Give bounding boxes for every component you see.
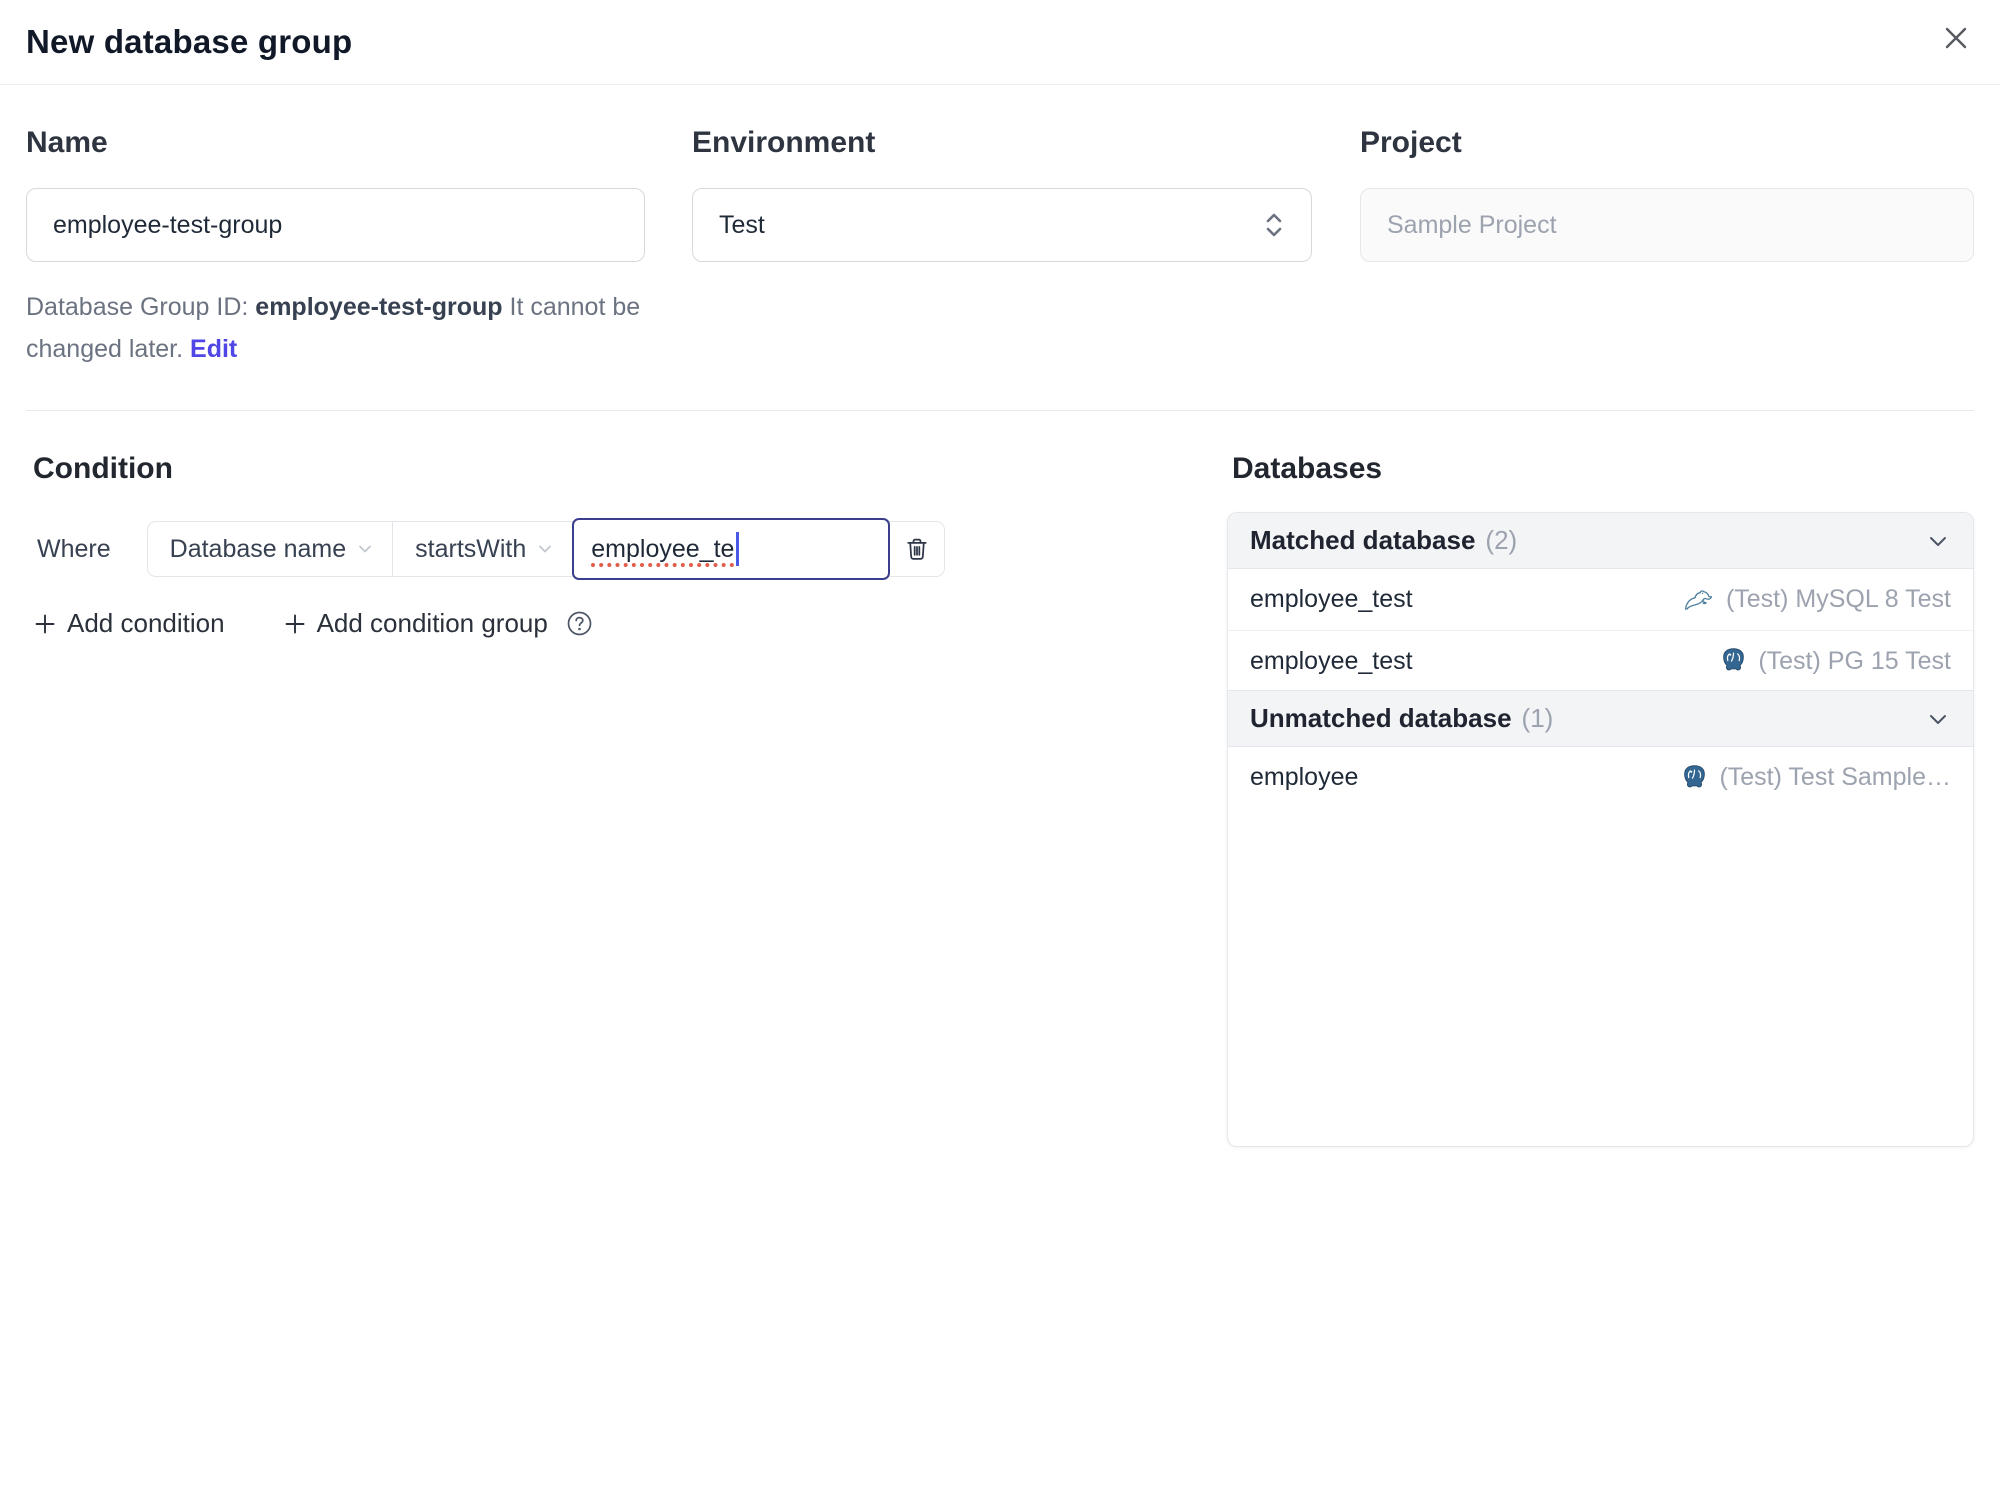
environment-select[interactable]: Test [692,188,1312,262]
databases-panel: Matched database (2) employee_test (Test… [1227,512,1974,1147]
condition-actions: Add condition Add condition group [33,608,593,639]
matched-database-label: Matched database [1250,525,1476,555]
database-name: employee_test [1250,585,1413,613]
instance-label: (Test) Test Sample… [1719,763,1951,791]
condition-value-input[interactable]: employee_te [572,518,891,580]
databases-section-title: Databases [1232,452,1383,485]
matched-database-header[interactable]: Matched database (2) [1228,513,1973,569]
section-divider [26,410,1974,411]
database-name: employee_test [1250,646,1413,675]
chevron-down-icon [1925,528,1951,554]
instance-label: (Test) MySQL 8 Test [1725,585,1951,613]
help-icon[interactable] [566,610,593,637]
add-condition-label: Add condition [67,608,225,638]
condition-group: Database name startsWith employee_te [146,518,946,580]
close-icon [1941,23,1971,53]
table-row: employee (Test) Test Sample… [1228,747,1973,808]
database-group-id-value: employee-test-group [255,293,503,321]
unmatched-database-header[interactable]: Unmatched database (1) [1228,690,1973,747]
environment-field-group: Environment Test [692,126,1312,262]
chevron-down-icon [1925,706,1951,732]
postgresql-icon [1720,647,1747,675]
condition-factor-select[interactable]: Database name [148,522,393,576]
environment-label: Environment [692,126,876,159]
instance-info: (Test) Test Sample… [1681,763,1951,792]
instance-info: (Test) MySQL 8 Test [1683,585,1951,614]
plus-icon [283,612,307,636]
page-title: New database group [26,23,353,60]
condition-row: Where Database name startsWith employee_… [37,518,946,580]
condition-value-text: employee_te [591,534,735,563]
condition-operator-value: startsWith [415,534,527,563]
dialog-header: New database group [0,0,2000,85]
condition-operator-select[interactable]: startsWith [393,522,572,576]
matched-database-count: (2) [1485,525,1518,555]
trash-icon [903,535,931,563]
database-group-id-hint: Database Group ID: employee-test-group I… [26,286,656,370]
instance-info: (Test) PG 15 Test [1720,647,1951,676]
chevron-down-icon [536,540,554,558]
unmatched-database-label: Unmatched database [1250,703,1512,733]
project-label: Project [1360,126,1462,159]
environment-selected-value: Test [719,210,765,239]
database-name: employee [1250,763,1359,791]
name-label: Name [26,126,108,159]
close-button[interactable] [1936,18,1976,58]
name-input[interactable] [26,188,645,262]
plus-icon [33,612,57,636]
mysql-icon [1683,587,1715,613]
add-condition-group-label: Add condition group [316,608,548,638]
condition-section-title: Condition [33,452,173,485]
instance-label: (Test) PG 15 Test [1758,646,1951,675]
name-field-group: Name [26,126,645,262]
select-updown-icon [1263,210,1285,240]
project-input [1360,188,1974,262]
id-hint-prefix: Database Group ID: [26,293,256,321]
unmatched-database-count: (1) [1521,703,1554,733]
edit-id-link[interactable]: Edit [190,335,237,363]
postgresql-icon [1681,764,1708,792]
new-database-group-dialog: New database group Name Environment Test [0,0,2000,1500]
add-condition-button[interactable]: Add condition [33,608,225,639]
chevron-down-icon [356,540,374,558]
condition-factor-value: Database name [169,534,347,563]
where-label: Where [37,534,111,563]
table-row: employee_test (Test) PG 15 Test [1228,630,1973,691]
table-row: employee_test (Test) MySQL 8 Test [1228,569,1973,630]
text-caret [736,532,740,566]
delete-condition-button[interactable] [890,522,944,576]
project-field-group: Project [1360,126,1974,262]
add-condition-group-button[interactable]: Add condition group [283,608,548,639]
